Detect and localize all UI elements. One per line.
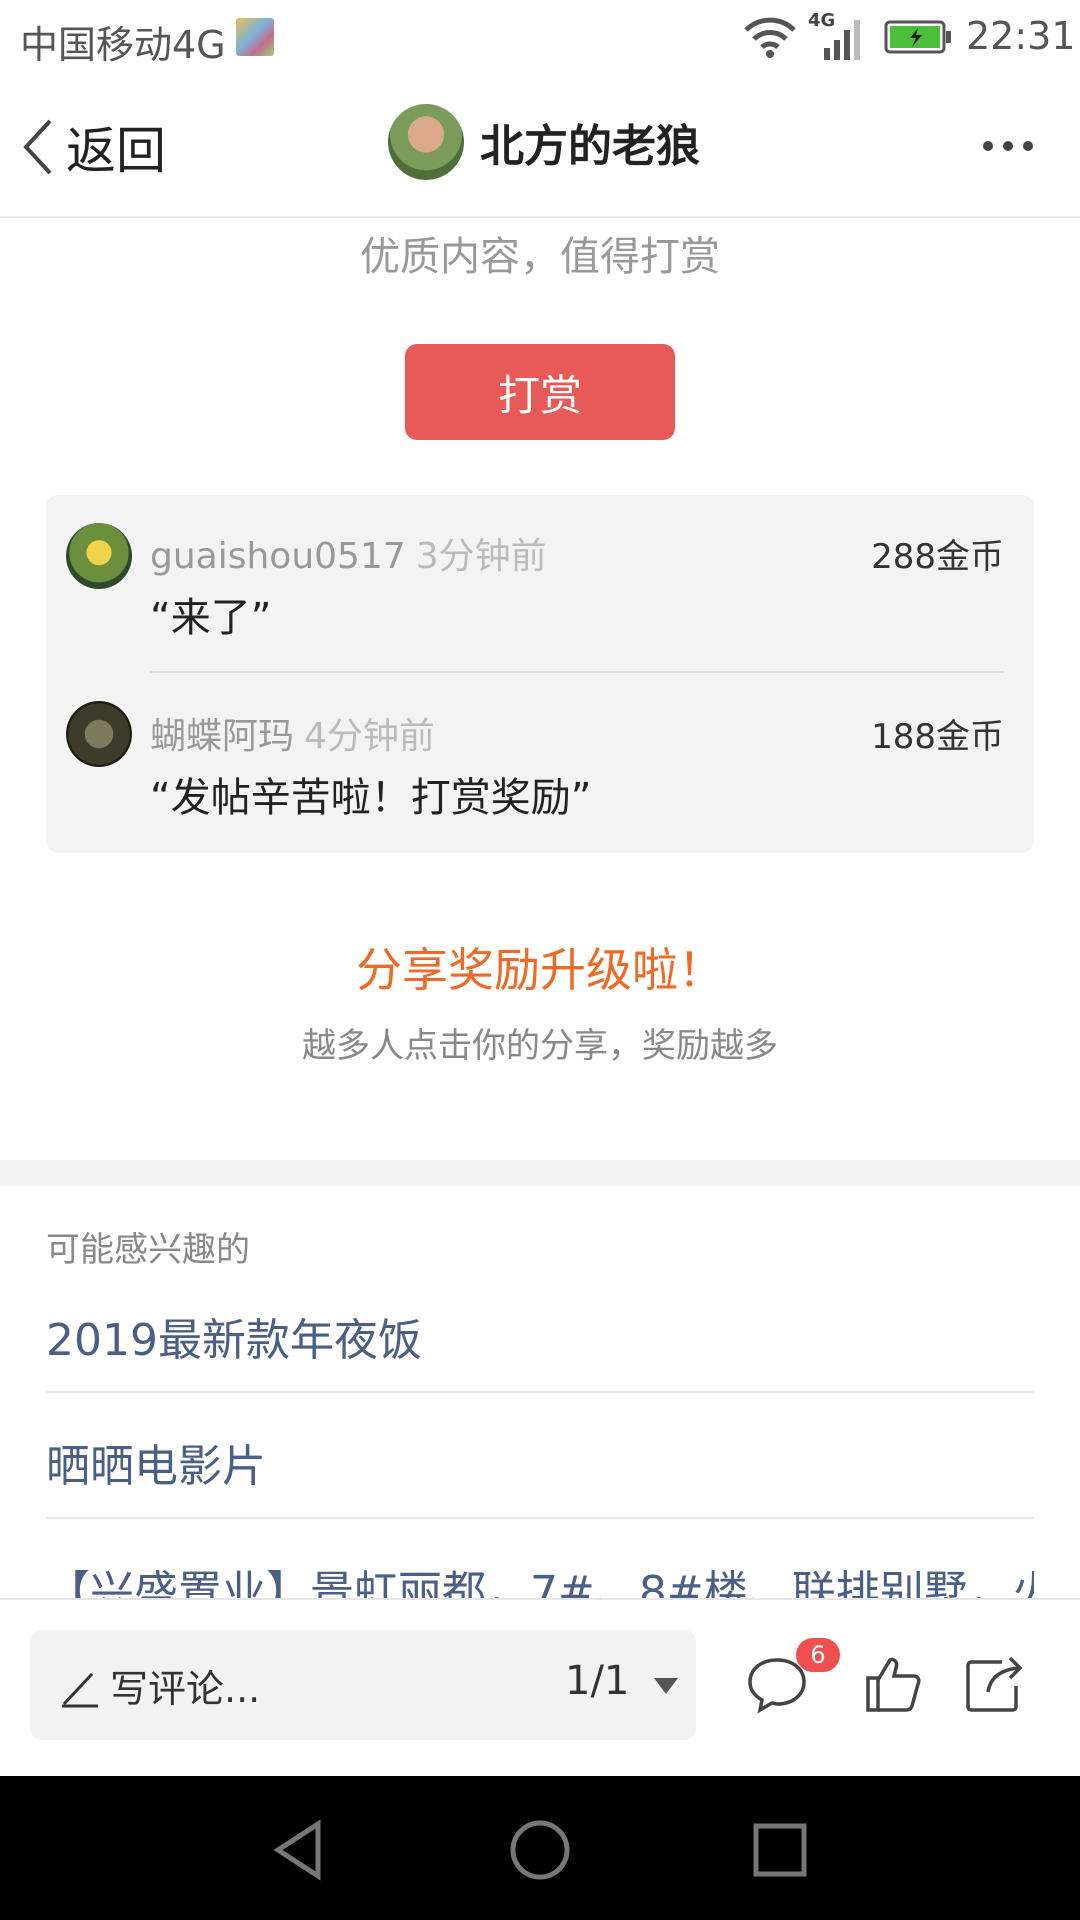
comment-input[interactable]: 写评论... 1/1 bbox=[30, 1630, 696, 1740]
reward-list: guaishou0517 3分钟前 288金币 “来了” 蝴蝶阿玛 4分钟前 188… bbox=[46, 495, 1034, 853]
pen-icon bbox=[62, 1672, 98, 1708]
recommend-link[interactable]: 【兴盛置业】景虹丽都，7#、8#楼、联排别墅，火 bbox=[46, 1556, 1034, 1598]
clock: 22:31 bbox=[966, 14, 1076, 58]
reward-button[interactable]: 打赏 bbox=[405, 344, 675, 440]
reward-time: 3分钟前 bbox=[415, 536, 547, 577]
like-icon[interactable] bbox=[860, 1650, 926, 1716]
reward-tip: 优质内容，值得打赏 bbox=[360, 234, 720, 280]
author-info[interactable]: 北方的老狼 bbox=[388, 104, 700, 180]
reward-time: 4分钟前 bbox=[304, 716, 435, 757]
share-promo-title[interactable]: 分享奖励升级啦！ bbox=[0, 934, 1080, 1000]
reward-user-line: 蝴蝶阿玛 4分钟前 bbox=[150, 707, 435, 759]
page-count[interactable]: 1/1 bbox=[565, 1658, 629, 1704]
share-promo-subtitle: 越多人点击你的分享，奖励越多 bbox=[302, 1026, 778, 1066]
reward-coins: 188金币 bbox=[871, 717, 1004, 757]
nav-back-icon[interactable] bbox=[268, 1818, 332, 1882]
author-name[interactable]: 北方的老狼 bbox=[480, 110, 700, 174]
section-divider bbox=[0, 1160, 1080, 1186]
more-icon[interactable] bbox=[980, 136, 1036, 156]
carrier-label: 中国移动4G bbox=[20, 23, 226, 67]
caret-down-icon[interactable] bbox=[652, 1676, 680, 1696]
battery-icon bbox=[884, 20, 951, 54]
avatar[interactable] bbox=[66, 523, 132, 589]
reward-message: “来了” bbox=[150, 595, 272, 641]
signal-icon bbox=[824, 20, 860, 60]
avatar[interactable] bbox=[66, 701, 132, 767]
notification-thumbnail-icon bbox=[236, 18, 274, 56]
divider bbox=[150, 671, 1004, 673]
back-arrow-icon bbox=[23, 119, 52, 175]
comment-placeholder: 写评论... bbox=[110, 1667, 261, 1711]
back-label: 返回 bbox=[66, 122, 166, 180]
recommend-heading: 可能感兴趣的 bbox=[46, 1230, 250, 1270]
system-nav-bar bbox=[0, 1776, 1080, 1920]
reward-user-line: guaishou0517 3分钟前 bbox=[150, 527, 547, 579]
status-bar: 中国移动4G 4G 22:31 bbox=[0, 0, 1080, 76]
share-icon[interactable] bbox=[962, 1650, 1028, 1716]
divider bbox=[46, 1391, 1034, 1393]
back-button[interactable]: 返回 bbox=[20, 112, 166, 182]
nav-recent-icon[interactable] bbox=[748, 1818, 812, 1882]
reward-coins: 288金币 bbox=[871, 537, 1004, 577]
divider bbox=[46, 1517, 1034, 1519]
recommend-link[interactable]: 2019最新款年夜饭 bbox=[46, 1304, 1034, 1368]
author-avatar[interactable] bbox=[388, 104, 464, 180]
header: 返回 北方的老狼 bbox=[0, 76, 1080, 218]
recommend-link[interactable]: 晒晒电影片 bbox=[46, 1430, 1034, 1494]
reward-username[interactable]: guaishou0517 bbox=[150, 536, 406, 577]
reward-message: “发帖辛苦啦！打赏奖励” bbox=[150, 775, 592, 821]
reward-username[interactable]: 蝴蝶阿玛 bbox=[150, 716, 294, 757]
comment-count-badge: 6 bbox=[796, 1638, 840, 1672]
bottom-toolbar: 写评论... 1/1 6 bbox=[0, 1598, 1080, 1778]
nav-home-icon[interactable] bbox=[508, 1818, 572, 1882]
wifi-icon bbox=[744, 17, 796, 58]
